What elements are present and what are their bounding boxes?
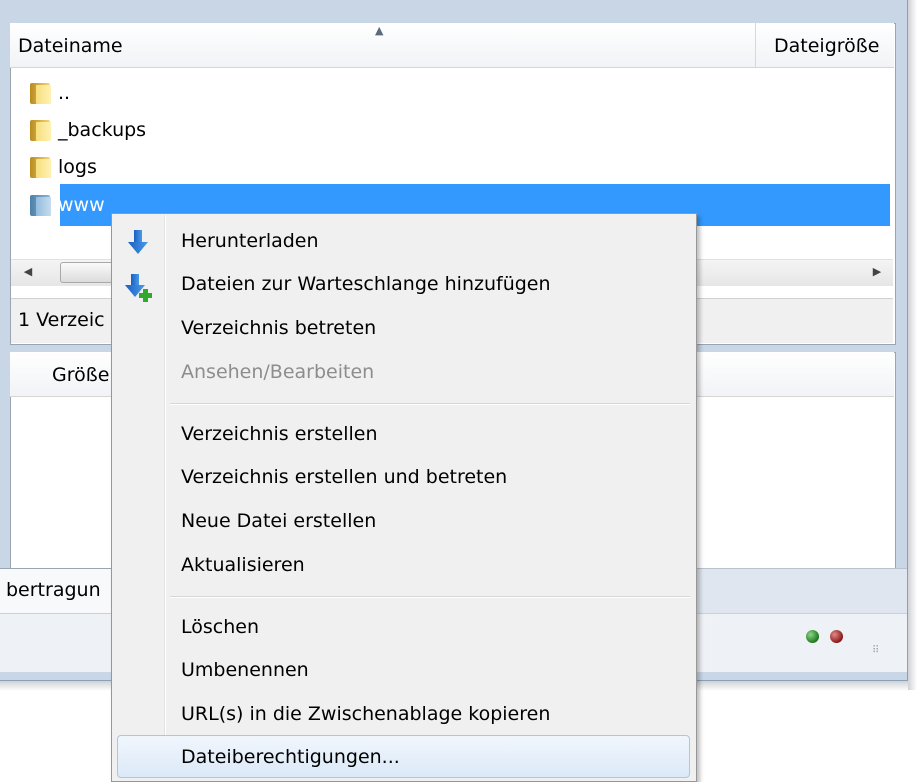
file-name: logs (58, 156, 97, 178)
menu-separator-highlight (170, 404, 690, 405)
file-row-backups[interactable]: _backups (28, 113, 146, 147)
window-shadow-right (908, 0, 917, 690)
resize-grip-icon[interactable]: ⠿ (872, 645, 879, 656)
file-row-logs[interactable]: logs (28, 150, 97, 184)
folder-icon (28, 194, 52, 216)
column-header-filesize[interactable]: Dateigröße (774, 35, 879, 57)
menu-item-view-edit: Ansehen/Bearbeiten (181, 361, 375, 383)
folder-icon (28, 82, 52, 104)
menu-item-enter-directory[interactable]: Verzeichnis betreten (181, 306, 376, 350)
tab-transfers-label: bertragun (6, 579, 101, 601)
activity-led-green-icon (806, 630, 819, 643)
menu-icon-gutter-highlight (165, 215, 166, 778)
download-arrow-icon (128, 230, 148, 254)
folder-icon (28, 156, 52, 178)
scroll-left-icon[interactable]: ◀ (11, 259, 45, 285)
scroll-right-icon[interactable]: ▶ (862, 259, 892, 285)
file-list-header (10, 23, 894, 68)
file-name: www (58, 194, 105, 216)
menu-item-add-to-queue[interactable]: Dateien zur Warteschlange hinzufügen (181, 262, 551, 306)
menu-item-create-directory[interactable]: Verzeichnis erstellen (181, 412, 378, 456)
menu-item-rename[interactable]: Umbenennen (181, 648, 309, 692)
menu-item-refresh[interactable]: Aktualisieren (181, 543, 305, 587)
sort-ascending-icon: ▲ (375, 24, 384, 37)
file-name: _backups (58, 119, 147, 141)
file-row-www[interactable]: www (28, 188, 105, 222)
menu-separator-highlight (170, 597, 690, 598)
menu-item-delete[interactable]: Löschen (181, 605, 259, 649)
queue-column-size[interactable]: Größe (52, 364, 109, 386)
file-name: .. (58, 82, 71, 104)
folder-icon (28, 119, 52, 141)
add-to-queue-icon (125, 274, 152, 302)
activity-led-red-icon (830, 630, 843, 643)
menu-item-download[interactable]: Herunterladen (181, 219, 319, 263)
column-separator[interactable] (755, 23, 756, 67)
menu-item-new-file[interactable]: Neue Datei erstellen (181, 499, 376, 543)
menu-item-create-enter-directory[interactable]: Verzeichnis erstellen und betreten (181, 455, 507, 499)
menu-item-copy-url[interactable]: URL(s) in die Zwischenablage kopieren (181, 692, 550, 736)
menu-item-file-permissions[interactable]: Dateiberechtigungen... (181, 735, 400, 779)
file-list-status-text: 1 Verzeic (18, 309, 105, 331)
file-row-parent[interactable]: .. (28, 76, 70, 110)
column-header-filename[interactable]: Dateiname (18, 35, 123, 57)
